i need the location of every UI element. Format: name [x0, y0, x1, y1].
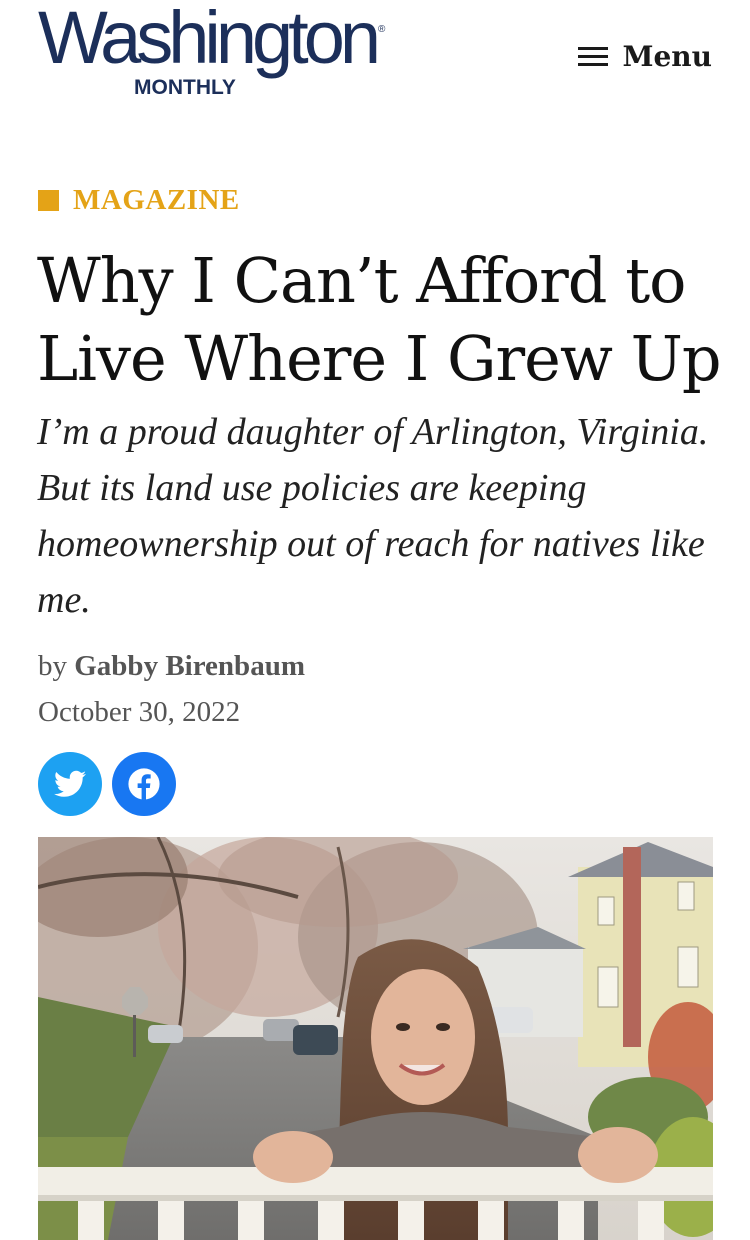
hamburger-icon — [578, 45, 609, 67]
share-facebook-button[interactable] — [112, 752, 176, 816]
hero-illustration — [38, 837, 713, 1240]
byline-prefix: by — [38, 650, 67, 682]
category-marker — [38, 190, 59, 211]
facebook-icon — [128, 768, 160, 800]
site-logo[interactable]: Washington ® MONTHLY — [38, 0, 388, 99]
share-buttons — [38, 752, 186, 816]
publish-date: October 30, 2022 — [38, 696, 241, 728]
logo-wordmark: Washington — [38, 0, 381, 79]
site-header: Washington ® MONTHLY Menu — [0, 0, 750, 110]
category-link[interactable]: MAGAZINE — [73, 184, 240, 217]
logo-registered-mark: ® — [378, 24, 386, 35]
menu-label: Menu — [622, 39, 712, 73]
logo-subtitle: MONTHLY — [134, 76, 236, 99]
article-subtitle: I’m a proud daughter of Arlington, Virgi… — [37, 411, 709, 621]
article-title: Why I Can’t Afford to Live Where I Grew … — [37, 244, 722, 395]
author-link[interactable]: Gabby Birenbaum — [74, 650, 305, 682]
byline: by Gabby Birenbaum — [38, 650, 305, 683]
hero-photo — [38, 837, 713, 1240]
share-twitter-button[interactable] — [38, 752, 102, 816]
twitter-icon — [54, 770, 86, 797]
article-category: MAGAZINE — [38, 184, 240, 217]
menu-button[interactable]: Menu — [578, 38, 712, 74]
